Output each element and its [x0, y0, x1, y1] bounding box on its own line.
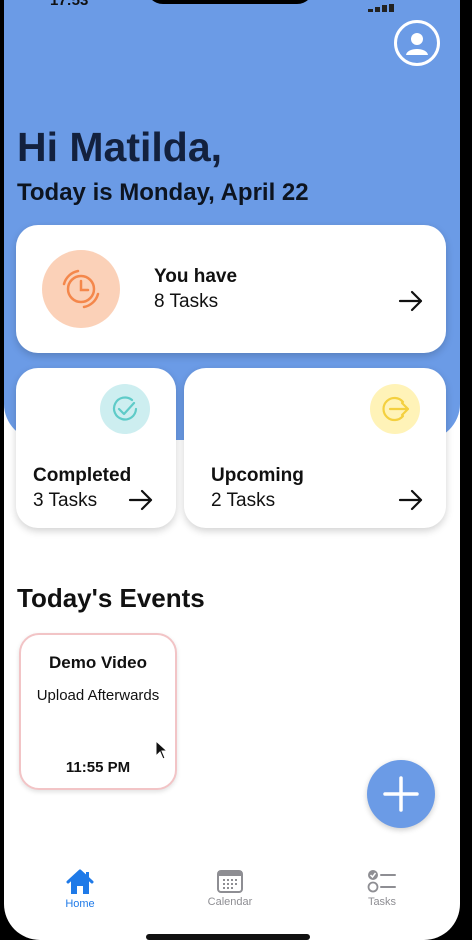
tab-tasks[interactable]: Tasks [342, 868, 422, 908]
clock-icon-badge [42, 250, 120, 328]
bottom-tab-bar: Home Calendar Tasks [4, 862, 460, 940]
person-circle-icon [406, 33, 428, 55]
home-icon [66, 869, 94, 894]
app-screen: 17:53 Hi Matilda, Today is Monday, April… [4, 0, 460, 940]
arrow-right-circle-icon [382, 396, 410, 422]
tab-label: Calendar [207, 896, 253, 908]
upcoming-icon-badge [370, 384, 420, 434]
device-notch [146, 0, 314, 4]
upcoming-title: Upcoming [211, 465, 304, 486]
date-subtitle: Today is Monday, April 22 [17, 179, 309, 206]
add-task-button[interactable] [367, 760, 435, 828]
event-card[interactable]: Demo Video Upload Afterwards 11:55 PM [19, 633, 177, 790]
calendar-icon [217, 870, 243, 893]
greeting-title: Hi Matilda, [17, 124, 223, 170]
home-indicator [146, 934, 310, 940]
profile-button[interactable] [394, 20, 440, 66]
tasks-list-icon [367, 870, 396, 893]
events-section-title: Today's Events [17, 583, 205, 613]
completed-count: 3 Tasks [33, 490, 98, 511]
clock-icon [62, 269, 100, 309]
completed-title: Completed [33, 465, 132, 486]
upcoming-tasks-card[interactable]: Upcoming 2 Tasks [184, 368, 446, 528]
plus-icon [383, 776, 419, 812]
all-tasks-card[interactable]: You have 8 Tasks [16, 225, 446, 353]
status-time: 17:53 [50, 0, 89, 9]
tab-label: Tasks [367, 896, 397, 908]
arrow-right-icon[interactable] [398, 290, 424, 312]
event-time: 11:55 PM [65, 759, 131, 776]
mouse-cursor-icon [155, 740, 169, 760]
event-description: Upload Afterwards [36, 687, 160, 704]
tab-home[interactable]: Home [40, 868, 120, 910]
upcoming-count: 2 Tasks [211, 490, 276, 511]
tab-calendar[interactable]: Calendar [190, 868, 270, 908]
arrow-right-icon[interactable] [398, 489, 424, 511]
check-circle-icon [112, 396, 138, 421]
all-tasks-title: You have [154, 266, 238, 287]
all-tasks-count: 8 Tasks [154, 291, 219, 312]
check-icon-badge [100, 384, 150, 434]
signal-icon [368, 0, 408, 12]
arrow-right-icon[interactable] [128, 489, 154, 511]
completed-tasks-card[interactable]: Completed 3 Tasks [16, 368, 176, 528]
event-title: Demo Video [49, 653, 147, 672]
tab-label: Home [65, 898, 95, 910]
